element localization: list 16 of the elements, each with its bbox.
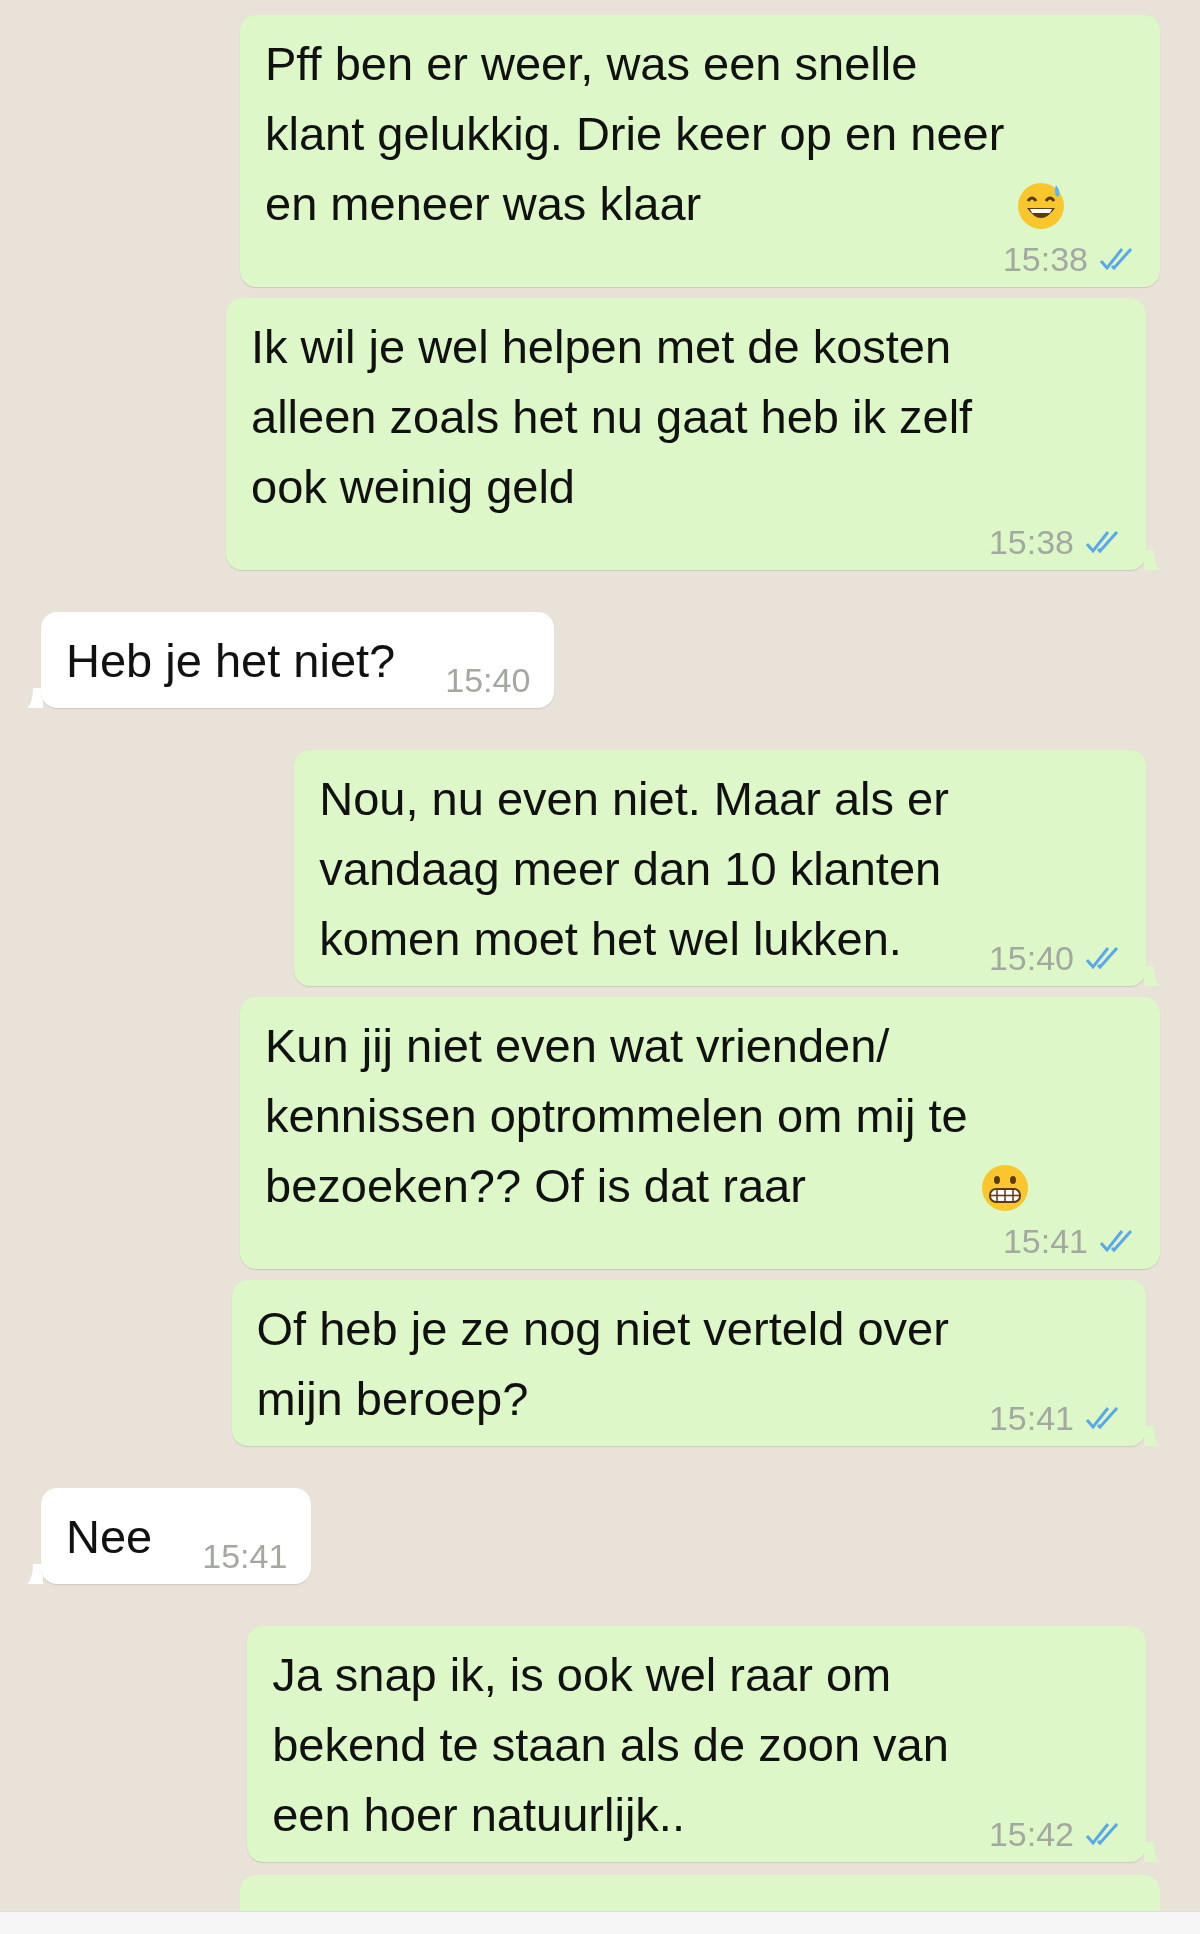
- message-text: Of heb je ze nog niet verteld over mijn beroep?: [256, 1301, 949, 1427]
- message-text: Ja snap ik, is ook wel raar om bekend te staan als de zoon van een hoer natuurlijk..: [272, 1647, 949, 1843]
- message-time: 15:42: [988, 1814, 1074, 1854]
- message-time: 15:38: [988, 522, 1074, 562]
- message-time: 15:38: [1002, 239, 1088, 279]
- message-time: 15:41: [1002, 1221, 1088, 1261]
- message-text: Kun jij niet even wat vrienden/ kennissen optrommelen om mij te bezoeken?? Of is dat raar: [265, 1018, 968, 1214]
- message-time: 15:40: [445, 660, 531, 700]
- message-text: Heb je het niet?: [66, 633, 396, 689]
- message-text: Ik wil je wel helpen met de kosten alleen zoals het nu gaat heb ik zelf ook weinig geld: [251, 319, 973, 515]
- message-text: Nee: [66, 1509, 153, 1565]
- message-time: 15:41: [202, 1536, 288, 1576]
- message-time: 15:40: [988, 938, 1074, 978]
- message-text: Nou, nu even niet. Maar als er vandaag meer dan 10 klanten komen moet het wel lukken.: [319, 771, 949, 967]
- message-text: Pff ben er weer, was een snelle klant gelukkig. Drie keer op en neer en meneer was klaar: [265, 36, 1005, 232]
- message-time: 15:41: [988, 1398, 1074, 1438]
